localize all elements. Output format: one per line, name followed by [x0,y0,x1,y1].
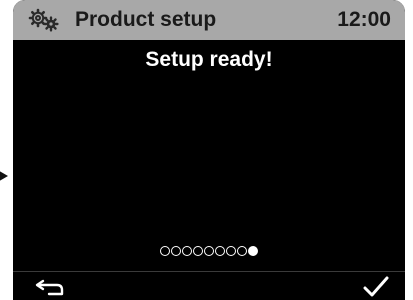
settings-gears-icon [27,8,61,32]
step-dot [193,246,203,256]
screen-title: Product setup [75,8,217,31]
step-dot [226,246,236,256]
step-dot [204,246,214,256]
bottom-bar [13,272,405,300]
step-dot [237,246,247,256]
step-dot [160,246,170,256]
step-indicator [13,244,405,258]
status-message: Setup ready! [145,48,273,71]
step-dot-active [248,246,258,256]
back-arrow-icon [35,276,71,298]
back-button[interactable] [35,276,71,298]
side-pointer-arrow [0,168,8,184]
clock-time: 12:00 [337,8,391,31]
step-dot [182,246,192,256]
checkmark-icon [361,275,391,299]
device-screen: Product setup 12:00 Setup ready! [13,0,405,300]
step-dot [171,246,181,256]
app-window: Product setup 12:00 Setup ready! [0,0,413,300]
confirm-button[interactable] [361,275,391,299]
title-bar: Product setup 12:00 [13,0,405,40]
step-dot [215,246,225,256]
